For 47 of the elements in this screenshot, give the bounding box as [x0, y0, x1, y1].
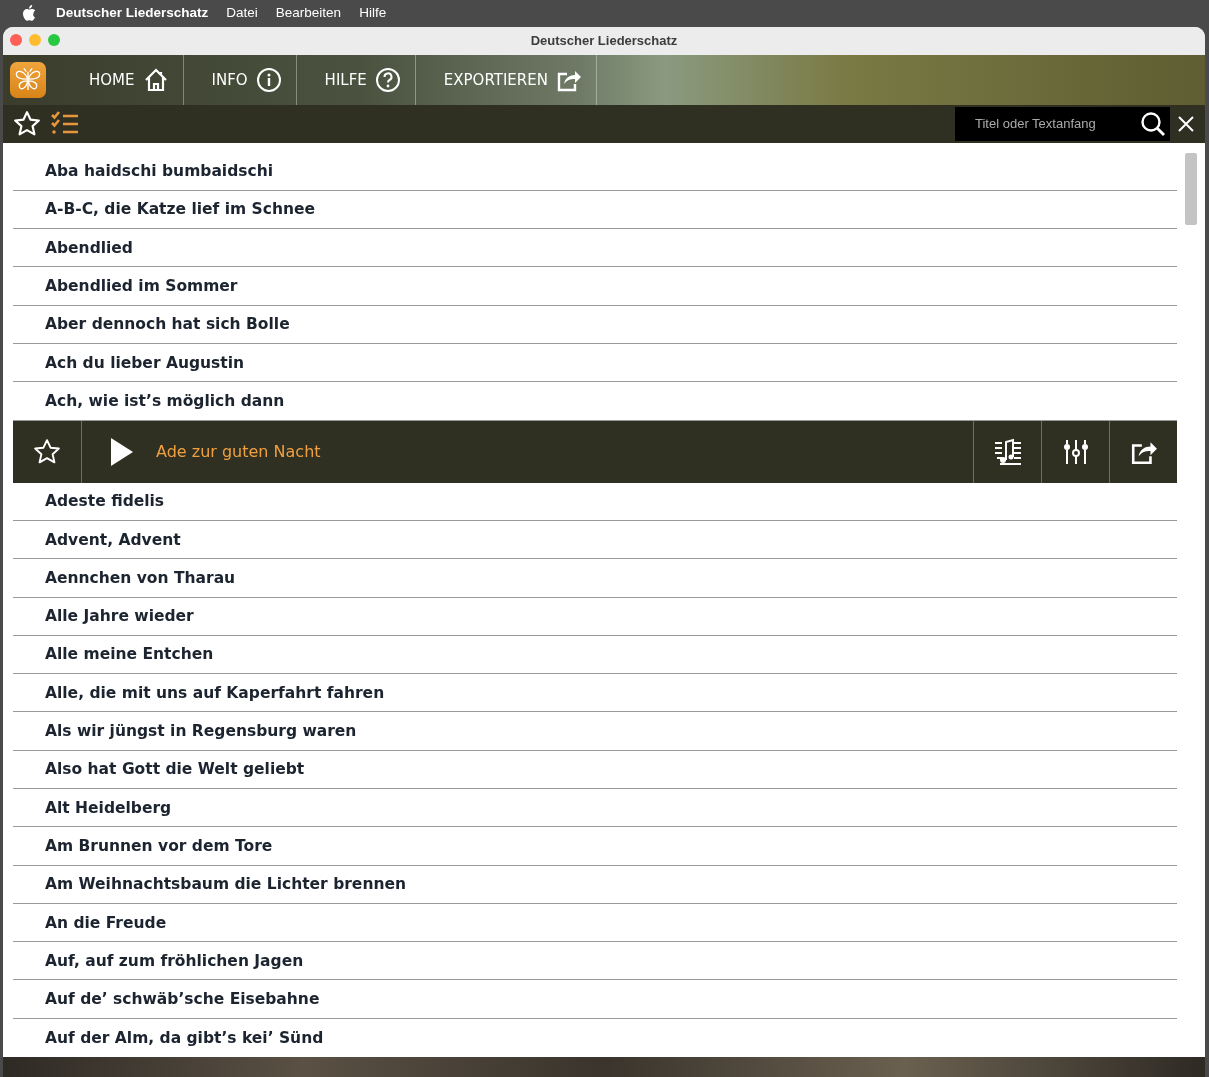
close-window-button[interactable]: [10, 34, 22, 46]
star-outline-icon[interactable]: [33, 437, 61, 466]
window-title: Deutscher Liederschatz: [530, 33, 678, 49]
star-outline-icon[interactable]: [13, 109, 41, 138]
nav-button[interactable]: EXPORTIEREN: [415, 54, 597, 105]
menu-item[interactable]: Bearbeiten: [275, 5, 342, 20]
song-list-item[interactable]: Aennchen von Tharau: [13, 559, 1177, 598]
scrollbar-thumb[interactable]: [1185, 152, 1197, 225]
song-list-item[interactable]: A-B-C, die Katze lief im Schnee: [13, 190, 1177, 230]
nav-button[interactable]: HOME: [54, 54, 184, 105]
song-list-item[interactable]: An die Freude: [13, 903, 1177, 943]
info-icon: [255, 66, 282, 93]
song-list-item[interactable]: Als wir jüngst in Regensburg waren: [13, 712, 1177, 751]
search-icon[interactable]: [1138, 106, 1170, 141]
song-list-item[interactable]: Alle meine Entchen: [13, 635, 1177, 675]
song-list-item[interactable]: Aber dennoch hat sich Bolle: [13, 305, 1177, 344]
search-field[interactable]: Titel oder Textanfang: [955, 106, 1138, 141]
song-list-item[interactable]: Also hat Gott die Welt geliebt: [13, 750, 1177, 789]
song-list-item[interactable]: Am Weihnachtsbaum die Lichter brennen: [13, 865, 1177, 904]
menu-app-name[interactable]: Deutscher Liederschatz: [56, 5, 209, 20]
song-list-item[interactable]: Abendlied: [13, 229, 1177, 268]
close-icon[interactable]: [1176, 113, 1196, 134]
play-icon[interactable]: [110, 436, 134, 467]
sheet-music-icon[interactable]: [993, 437, 1022, 466]
song-list-item[interactable]: Advent, Advent: [13, 520, 1177, 560]
butterfly-logo-icon[interactable]: [10, 61, 46, 98]
help-icon: [374, 66, 401, 93]
song-list-item[interactable]: Auf der Alm, da gibt’s kei’ Sünd: [13, 1018, 1177, 1058]
song-list-item[interactable]: Auf, auf zum fröhlichen Jagen: [13, 942, 1177, 981]
song-list-item[interactable]: Abendlied im Sommer: [13, 267, 1177, 306]
song-list-item[interactable]: Auf de’ schwäb’sche Eisebahne: [13, 980, 1177, 1019]
song-list-item[interactable]: Am Brunnen vor dem Tore: [13, 827, 1177, 866]
apple-logo-icon[interactable]: [22, 4, 36, 21]
song-list-item[interactable]: Alle, die mit uns auf Kaperfahrt fahren: [13, 674, 1177, 713]
song-list-item[interactable]: Alt Heidelberg: [13, 789, 1177, 828]
menu-item[interactable]: Hilfe: [359, 5, 387, 20]
checklist-icon[interactable]: [51, 110, 79, 137]
song-list-item[interactable]: Ach du lieber Augustin: [13, 344, 1177, 383]
sliders-icon[interactable]: [1061, 437, 1090, 466]
nav-button[interactable]: INFO: [183, 54, 297, 105]
nav-button[interactable]: HILFE: [296, 54, 416, 105]
song-list-item[interactable]: Aba haidschi bumbaidschi: [13, 152, 1177, 191]
selected-song-row[interactable]: Ade zur guten Nacht: [13, 419, 1177, 483]
song-list-item[interactable]: Alle Jahre wieder: [13, 597, 1177, 636]
menu-item[interactable]: Datei: [226, 5, 258, 20]
song-title: Ade zur guten Nacht: [156, 442, 321, 462]
song-list-item[interactable]: Adeste fidelis: [13, 482, 1177, 521]
